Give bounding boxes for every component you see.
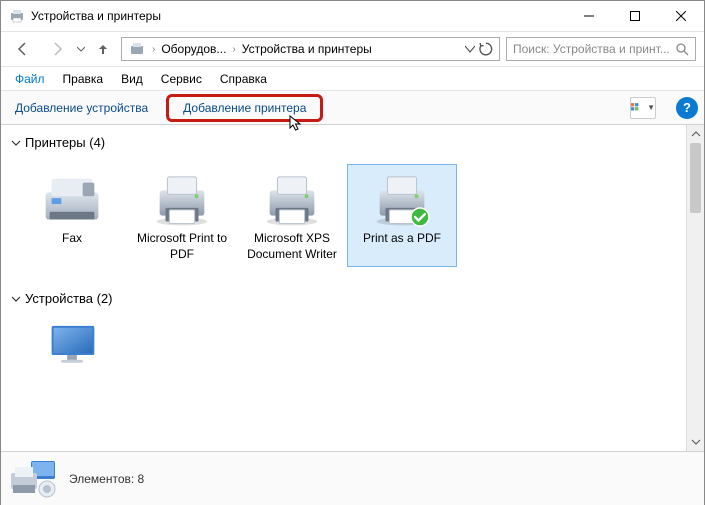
close-button[interactable] (658, 1, 704, 31)
refresh-icon[interactable] (479, 42, 493, 56)
history-dropdown-icon[interactable] (77, 45, 85, 53)
section-printers-label: Принтеры (4) (25, 135, 105, 150)
device-label: Microsoft Print to PDF (132, 231, 232, 262)
window-title: Устройства и принтеры (31, 9, 566, 23)
collapse-icon (11, 294, 21, 304)
breadcrumb[interactable]: Устройства и принтеры (238, 38, 376, 60)
scroll-down-button[interactable] (687, 433, 704, 451)
device-label: Microsoft XPS Document Writer (242, 231, 342, 262)
printer-icon (368, 169, 436, 227)
device-grid (11, 310, 676, 394)
menu-help[interactable]: Справка (212, 70, 275, 88)
location-icon (128, 40, 146, 58)
search-icon (675, 42, 689, 56)
titlebar: Устройства и принтеры (1, 1, 704, 31)
device-label: Print as a PDF (363, 231, 441, 247)
scroll-up-button[interactable] (687, 125, 704, 143)
statusbar: Элементов: 8 (1, 451, 704, 505)
section-header-devices[interactable]: Устройства (2) (11, 287, 676, 310)
search-box[interactable] (506, 37, 696, 61)
printer-grid: Fax Microsoft Print to PDF Microsoft XPS… (11, 154, 676, 287)
scrollbar[interactable] (686, 125, 704, 451)
app-icon (9, 8, 25, 24)
section-header-printers[interactable]: Принтеры (4) (11, 131, 676, 154)
search-input[interactable] (513, 42, 671, 56)
toolbar: Добавление устройства Добавление принтер… (1, 91, 704, 125)
monitor-icon (38, 325, 106, 365)
menu-edit[interactable]: Правка (55, 70, 112, 88)
navbar: › Оборудов... › Устройства и принтеры (1, 31, 704, 67)
add-printer-button[interactable]: Добавление принтера (166, 94, 323, 122)
add-device-button[interactable]: Добавление устройства (7, 97, 156, 119)
add-printer-label: Добавление принтера (183, 101, 306, 115)
status-text: Элементов: 8 (69, 472, 144, 486)
scroll-thumb[interactable] (690, 143, 701, 213)
menubar: Файл Правка Вид Сервис Справка (1, 67, 704, 91)
chevron-right-icon[interactable]: › (230, 44, 237, 55)
up-button[interactable] (91, 35, 115, 63)
menu-view[interactable]: Вид (113, 70, 151, 88)
maximize-button[interactable] (612, 1, 658, 31)
breadcrumb[interactable]: Оборудов... (157, 38, 230, 60)
device-item-xps-writer[interactable]: Microsoft XPS Document Writer (237, 164, 347, 267)
section-devices-label: Устройства (2) (25, 291, 113, 306)
view-options-button[interactable]: ▼ (630, 97, 656, 119)
menu-service[interactable]: Сервис (153, 70, 210, 88)
default-check-icon (410, 207, 430, 227)
collapse-icon (11, 138, 21, 148)
fax-icon (38, 169, 106, 227)
back-button[interactable] (9, 35, 37, 63)
address-bar[interactable]: › Оборудов... › Устройства и принтеры (121, 37, 500, 61)
device-item-monitor[interactable] (17, 320, 127, 374)
printer-icon (148, 169, 216, 227)
content-area: Принтеры (4) Fax Microsoft Print to PDF … (1, 125, 704, 451)
device-item-fax[interactable]: Fax (17, 164, 127, 267)
device-item-print-to-pdf[interactable]: Microsoft Print to PDF (127, 164, 237, 267)
chevron-down-icon[interactable] (465, 44, 475, 54)
status-icon (9, 459, 57, 499)
menu-file[interactable]: Файл (7, 70, 53, 88)
device-label: Fax (62, 231, 82, 247)
chevron-right-icon[interactable]: › (150, 44, 157, 55)
forward-button[interactable] (43, 35, 71, 63)
printer-icon (258, 169, 326, 227)
help-button[interactable]: ? (676, 97, 698, 119)
minimize-button[interactable] (566, 1, 612, 31)
device-item-print-as-pdf[interactable]: Print as a PDF (347, 164, 457, 267)
